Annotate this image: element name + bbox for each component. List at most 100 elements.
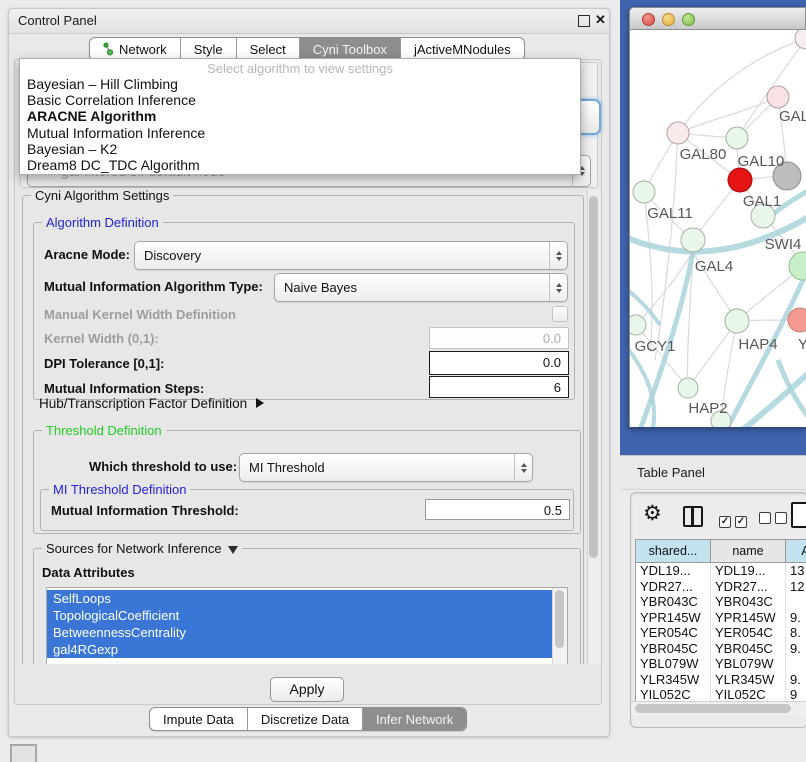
- table-cell[interactable]: YBR045C: [636, 641, 711, 657]
- table-cell[interactable]: YDR27...: [636, 579, 711, 595]
- table-cell[interactable]: YBR045C: [711, 641, 786, 657]
- table-panel: ⚙ ✓✓ shared... name A YDL19...YDL19...13…: [630, 492, 806, 728]
- which-threshold-combobox[interactable]: MI Threshold: [239, 453, 533, 482]
- column-header-name[interactable]: name: [711, 540, 786, 563]
- mi-type-combobox[interactable]: Naive Bayes: [274, 273, 568, 302]
- table-cell[interactable]: YBR043C: [636, 594, 711, 610]
- data-attributes-list[interactable]: SelfLoops TopologicalCoefficient Between…: [46, 587, 568, 664]
- tab-impute-data[interactable]: Impute Data: [150, 708, 247, 730]
- table-cell[interactable]: YLR345W: [636, 672, 711, 688]
- table-row[interactable]: YBR045CYBR045C9.: [636, 641, 806, 657]
- window-close-button[interactable]: [642, 13, 655, 26]
- mi-threshold-field[interactable]: 0.5: [425, 499, 570, 520]
- table-row[interactable]: YBR043CYBR043C: [636, 594, 806, 610]
- list-item[interactable]: BetweennessCentrality: [47, 624, 553, 641]
- network-canvas[interactable]: GAL GAL80 GAL10 GAL1 GAL11 SWI4 GAL4 GCY…: [629, 30, 806, 427]
- node-gal-partial[interactable]: [767, 86, 789, 108]
- document-icon[interactable]: [791, 502, 806, 528]
- popup-item[interactable]: Bayesian – Hill Climbing: [20, 76, 580, 92]
- node-gal80[interactable]: [667, 122, 689, 144]
- column-header-shared[interactable]: shared...: [636, 540, 711, 563]
- tab-network[interactable]: Network: [90, 38, 180, 60]
- window-minimize-button[interactable]: [662, 13, 675, 26]
- table-cell[interactable]: [786, 656, 806, 672]
- list-item[interactable]: TopologicalCoefficient: [47, 607, 553, 624]
- node-gcy1[interactable]: [630, 315, 646, 335]
- show-checked-columns-button[interactable]: ✓✓: [719, 511, 751, 529]
- table-row[interactable]: YBL079WYBL079W: [636, 656, 806, 672]
- tab-infer-network[interactable]: Infer Network: [362, 708, 466, 730]
- close-icon[interactable]: ✕: [595, 12, 606, 28]
- node-label: GAL1: [743, 193, 781, 210]
- table-row[interactable]: YLR345WYLR345W9.: [636, 672, 806, 688]
- table-cell[interactable]: 12: [786, 579, 806, 595]
- popup-item[interactable]: Dream8 DC_TDC Algorithm: [20, 157, 580, 173]
- table-row[interactable]: YDL19...YDL19...13: [636, 563, 806, 579]
- table-cell[interactable]: 9.: [786, 672, 806, 688]
- dpi-tolerance-field[interactable]: 0.0: [429, 351, 569, 375]
- control-panel-titlebar[interactable]: Control Panel ✕: [9, 9, 609, 34]
- mi-steps-field[interactable]: 6: [429, 376, 569, 398]
- table-cell[interactable]: YLR345W: [711, 672, 786, 688]
- popup-item[interactable]: Bayesian – K2: [20, 141, 580, 157]
- table-horizontal-scrollbar[interactable]: [631, 701, 806, 715]
- window-zoom-button[interactable]: [682, 13, 695, 26]
- collapsed-panel-grip[interactable]: [10, 744, 37, 762]
- list-item[interactable]: gal4RGexp: [47, 641, 553, 658]
- table-cell[interactable]: YDL19...: [636, 563, 711, 579]
- list-item[interactable]: SelfLoops: [47, 590, 553, 607]
- node-salmon[interactable]: [788, 308, 806, 332]
- table-cell[interactable]: 9.: [786, 641, 806, 657]
- column-header-partial[interactable]: A: [786, 540, 806, 563]
- aracne-mode-combobox[interactable]: Discovery: [134, 241, 568, 270]
- tab-style[interactable]: Style: [180, 38, 236, 60]
- hide-columns-button[interactable]: [759, 511, 791, 529]
- tab-discretize-data[interactable]: Discretize Data: [247, 708, 362, 730]
- tab-select[interactable]: Select: [236, 38, 299, 60]
- table-row[interactable]: YDR27...YDR27...12: [636, 579, 806, 595]
- node-red[interactable]: [728, 168, 752, 192]
- list-scrollbar-thumb[interactable]: [555, 590, 564, 648]
- tab-cyni-toolbox[interactable]: Cyni Toolbox: [299, 38, 400, 60]
- table-horizontal-scrollbar-thumb[interactable]: [635, 704, 791, 713]
- table-row[interactable]: YER054CYER054C8.: [636, 625, 806, 641]
- table-cell[interactable]: [786, 594, 806, 610]
- popup-item[interactable]: Mutual Information Inference: [20, 125, 580, 141]
- hub-definition-toggle[interactable]: Hub/Transcription Factor Definition: [39, 396, 264, 411]
- table-panel-title: Table Panel: [637, 465, 705, 480]
- table-cell[interactable]: YDL19...: [711, 563, 786, 579]
- float-icon[interactable]: [578, 15, 590, 27]
- table-cell[interactable]: YPR145W: [711, 610, 786, 626]
- table-cell[interactable]: 13: [786, 563, 806, 579]
- table-cell[interactable]: YDR27...: [711, 579, 786, 595]
- table-cell[interactable]: YER054C: [711, 625, 786, 641]
- table-cell[interactable]: YBL079W: [711, 656, 786, 672]
- table-cell[interactable]: YBR043C: [711, 594, 786, 610]
- sources-title[interactable]: Sources for Network Inference: [42, 541, 242, 556]
- node-partial-top[interactable]: [795, 30, 806, 49]
- node-gal11[interactable]: [633, 181, 655, 203]
- kernel-width-field[interactable]: 0.0: [429, 327, 569, 349]
- popup-item-selected[interactable]: ARACNE Algorithm: [20, 108, 580, 124]
- node-gal10[interactable]: [726, 127, 748, 149]
- manual-kernel-checkbox[interactable]: [552, 306, 568, 322]
- gear-icon[interactable]: ⚙: [643, 501, 662, 526]
- table-cell[interactable]: 9.: [786, 610, 806, 626]
- table-cell[interactable]: 8.: [786, 625, 806, 641]
- popup-item[interactable]: Basic Correlation Inference: [20, 92, 580, 108]
- columns-icon[interactable]: [683, 506, 703, 527]
- algorithm-definition-title: Algorithm Definition: [42, 215, 163, 230]
- table-cell[interactable]: YER054C: [636, 625, 711, 641]
- table-cell[interactable]: YPR145W: [636, 610, 711, 626]
- node-gal4[interactable]: [681, 228, 705, 252]
- list-scrollbar[interactable]: [552, 588, 567, 664]
- table-row[interactable]: YPR145WYPR145W9.: [636, 610, 806, 626]
- settings-scrollbar[interactable]: [587, 190, 601, 664]
- node-hap2[interactable]: [678, 378, 698, 398]
- settings-scrollbar-thumb[interactable]: [589, 196, 598, 558]
- table-cell[interactable]: YBL079W: [636, 656, 711, 672]
- network-window-titlebar[interactable]: [629, 7, 806, 30]
- tab-jactivemnodules[interactable]: jActiveMNodules: [400, 38, 524, 60]
- node-hap4[interactable]: [725, 309, 749, 333]
- apply-button[interactable]: Apply: [270, 677, 344, 702]
